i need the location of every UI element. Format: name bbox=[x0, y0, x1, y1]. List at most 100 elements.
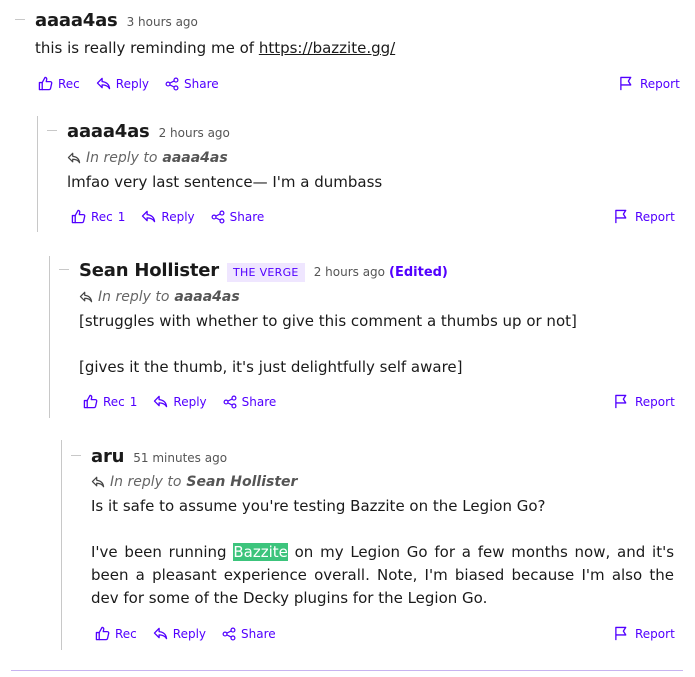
staff-badge: THE VERGE bbox=[226, 263, 305, 282]
rec-button[interactable]: Rec 1 bbox=[83, 394, 137, 409]
rec-count: 1 bbox=[129, 394, 138, 409]
share-label: Share bbox=[241, 394, 277, 409]
divider bbox=[11, 670, 683, 671]
in-reply-to-label: In reply to bbox=[86, 150, 158, 166]
share-icon bbox=[222, 627, 236, 640]
collapse-toggle[interactable] bbox=[59, 269, 69, 270]
report-button[interactable]: Report bbox=[614, 626, 675, 641]
comment-text: this is really reminding me of bbox=[35, 39, 259, 57]
comment-author[interactable]: aaaa4as bbox=[67, 121, 150, 142]
reply-arrow-icon bbox=[79, 291, 93, 303]
comment-actions: Rec Reply Share bbox=[38, 76, 235, 91]
comment-body: lmfao very last sentence— I'm a dumbass bbox=[67, 171, 672, 194]
report-button[interactable]: Report bbox=[614, 209, 675, 224]
rec-button[interactable]: Rec bbox=[38, 76, 80, 91]
comment-actions: Rec Reply Share bbox=[95, 626, 292, 641]
comment-paragraph: [struggles with whether to give this com… bbox=[79, 312, 577, 330]
collapse-toggle[interactable] bbox=[71, 455, 81, 456]
reply-label: Reply bbox=[172, 626, 207, 641]
thumbs-up-icon bbox=[71, 209, 86, 224]
collapse-toggle[interactable] bbox=[47, 130, 57, 131]
report-button[interactable]: Report bbox=[619, 76, 680, 91]
thread-line[interactable] bbox=[49, 256, 50, 418]
comment-actions: Rec 1 Reply Share bbox=[71, 209, 280, 224]
comment-paragraph: I've been running Bazzite on my Legion G… bbox=[91, 541, 674, 610]
reply-arrow-icon bbox=[153, 627, 167, 640]
reply-arrow-icon bbox=[142, 210, 156, 223]
comment-timestamp[interactable]: 51 minutes ago bbox=[133, 451, 227, 465]
flag-icon bbox=[620, 76, 632, 91]
collapse-toggle[interactable] bbox=[15, 19, 25, 20]
flag-icon bbox=[615, 626, 627, 641]
share-icon bbox=[223, 395, 237, 408]
comment-text: lmfao very last sentence— I'm a dumbass bbox=[67, 173, 383, 191]
rec-count: 1 bbox=[117, 209, 126, 224]
reply-arrow-icon bbox=[91, 476, 105, 488]
comment-body: Is it safe to assume you're testing Bazz… bbox=[91, 495, 674, 610]
comment-timestamp[interactable]: 2 hours ago bbox=[159, 126, 230, 140]
flag-icon bbox=[615, 394, 627, 409]
in-reply-to-author[interactable]: aaaa4as bbox=[162, 150, 227, 166]
rec-label: Rec bbox=[103, 394, 125, 409]
highlighted-text[interactable]: Bazzite bbox=[233, 543, 288, 561]
rec-label: Rec bbox=[58, 76, 80, 91]
share-icon bbox=[211, 210, 225, 223]
share-label: Share bbox=[184, 76, 219, 91]
in-reply-to-label: In reply to bbox=[110, 474, 182, 490]
rec-button[interactable]: Rec 1 bbox=[71, 209, 125, 224]
thumbs-up-icon bbox=[83, 394, 98, 409]
in-reply-to-author[interactable]: Sean Hollister bbox=[186, 474, 297, 490]
rec-button[interactable]: Rec bbox=[95, 626, 137, 641]
report-label: Report bbox=[635, 209, 675, 224]
in-reply-to[interactable]: In reply to Sean Hollister bbox=[91, 474, 297, 490]
rec-label: Rec bbox=[115, 626, 137, 641]
share-label: Share bbox=[241, 626, 276, 641]
report-label: Report bbox=[635, 394, 675, 409]
share-button[interactable]: Share bbox=[211, 209, 265, 224]
reply-button[interactable]: Reply bbox=[141, 209, 195, 224]
reply-arrow-icon bbox=[96, 77, 110, 90]
reply-button[interactable]: Reply bbox=[153, 627, 206, 641]
share-icon bbox=[165, 77, 179, 90]
share-label: Share bbox=[229, 209, 265, 224]
rec-label: Rec bbox=[91, 209, 113, 224]
reply-label: Reply bbox=[161, 209, 195, 224]
share-button[interactable]: Share bbox=[165, 77, 219, 91]
comment-header: aru 51 minutes ago bbox=[91, 446, 227, 467]
share-button[interactable]: Share bbox=[222, 627, 276, 641]
comment-paragraph: Is it safe to assume you're testing Bazz… bbox=[91, 497, 546, 515]
in-reply-to[interactable]: In reply to aaaa4as bbox=[79, 289, 240, 305]
comment-link[interactable]: https://bazzite.gg/ bbox=[259, 39, 395, 57]
report-label: Report bbox=[635, 626, 675, 641]
comment-body: this is really reminding me of https://b… bbox=[35, 37, 675, 60]
edited-label[interactable]: (Edited) bbox=[389, 265, 448, 280]
reply-label: Reply bbox=[115, 76, 150, 91]
thread-line[interactable] bbox=[37, 116, 38, 232]
reply-button[interactable]: Reply bbox=[96, 77, 149, 91]
comment-author[interactable]: aru bbox=[91, 446, 124, 467]
thumbs-up-icon bbox=[38, 76, 53, 91]
thread-line[interactable] bbox=[61, 440, 62, 650]
comment-paragraph: [gives it the thumb, it's just delightfu… bbox=[79, 358, 463, 376]
reply-arrow-icon bbox=[154, 395, 168, 408]
thumbs-up-icon bbox=[95, 626, 110, 641]
report-label: Report bbox=[640, 76, 680, 91]
reply-button[interactable]: Reply bbox=[153, 394, 207, 409]
report-button[interactable]: Report bbox=[614, 394, 675, 409]
in-reply-to[interactable]: In reply to aaaa4as bbox=[67, 150, 228, 166]
comment-timestamp[interactable]: 2 hours ago bbox=[314, 265, 385, 279]
in-reply-to-label: In reply to bbox=[98, 289, 170, 305]
share-button[interactable]: Share bbox=[223, 394, 277, 409]
comment-header: aaaa4as 2 hours ago bbox=[67, 121, 230, 142]
comment-header: aaaa4as 3 hours ago bbox=[35, 10, 198, 31]
comment-actions: Rec 1 Reply Share bbox=[83, 394, 292, 409]
in-reply-to-author[interactable]: aaaa4as bbox=[174, 289, 239, 305]
comment-timestamp[interactable]: 3 hours ago bbox=[127, 15, 198, 29]
reply-arrow-icon bbox=[67, 152, 81, 164]
comment-header: Sean Hollister THE VERGE 2 hours ago (Ed… bbox=[79, 260, 448, 282]
comment-body: [struggles with whether to give this com… bbox=[79, 310, 674, 379]
comment-text: I've been running bbox=[91, 543, 234, 561]
comment-author[interactable]: aaaa4as bbox=[35, 10, 118, 31]
comment-author[interactable]: Sean Hollister bbox=[79, 260, 219, 281]
reply-label: Reply bbox=[173, 394, 207, 409]
